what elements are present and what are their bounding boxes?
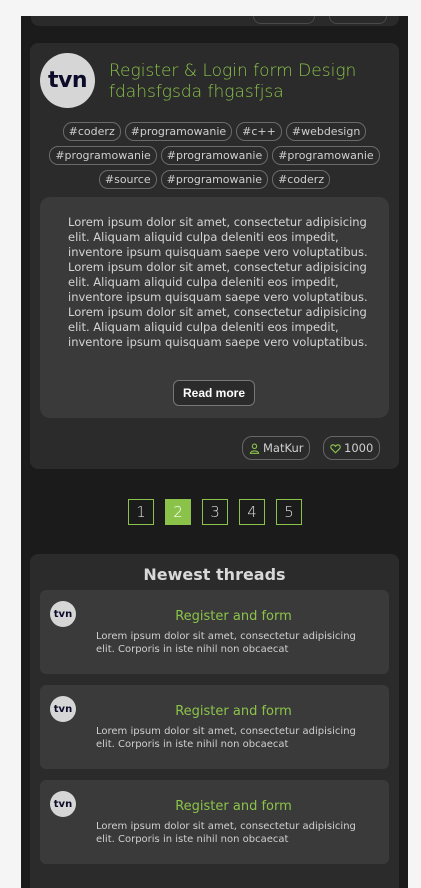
heart-icon [330,443,341,453]
thread-title[interactable]: Register and form [86,799,381,814]
page: tvn Register & Login form Design fdahsfg… [21,16,408,888]
tag[interactable]: #programowanie [160,146,269,165]
author-badge[interactable]: MatKur [242,436,311,460]
previous-author-pill[interactable] [253,16,315,24]
thread-item[interactable]: tvn Register and form Lorem ipsum dolor … [40,590,389,674]
page-button-5[interactable]: 5 [276,499,302,525]
thread-item[interactable]: tvn Register and form Lorem ipsum dolor … [40,780,389,864]
likes-count: 1000 [344,441,374,455]
post-body: Lorem ipsum dolor sit amet, consectetur … [40,197,389,418]
previous-post-card-stub [31,16,399,26]
tag[interactable]: #programowanie [160,170,269,189]
previous-likes-pill[interactable] [329,16,387,24]
page-button-4[interactable]: 4 [239,499,265,525]
thread-excerpt: Lorem ipsum dolor sit amet, consectetur … [96,821,356,845]
post-body-text: Lorem ipsum dolor sit amet, consectetur … [68,215,368,349]
page-button-2-active[interactable]: 2 [165,499,191,525]
tag[interactable]: #source [98,170,157,189]
tag[interactable]: #programowanie [124,122,233,141]
page-button-1[interactable]: 1 [128,499,154,525]
newest-threads-title: Newest threads [143,565,286,584]
avatar: tvn [50,791,76,817]
tag[interactable]: #coderz [272,170,331,189]
thread-excerpt: Lorem ipsum dolor sit amet, consectetur … [96,631,356,655]
thread-title[interactable]: Register and form [86,704,381,719]
likes-badge[interactable]: 1000 [323,436,381,460]
thread-item[interactable]: tvn Register and form Lorem ipsum dolor … [40,685,389,769]
author-name: MatKur [263,441,304,455]
tag[interactable]: #programowanie [272,146,380,165]
page-button-3[interactable]: 3 [202,499,228,525]
tag[interactable]: #coderz [62,122,121,141]
avatar[interactable]: tvn [40,53,95,108]
pagination: 1 2 3 4 5 [128,499,302,525]
tag[interactable]: #webdesign [285,122,367,141]
user-icon [249,443,260,454]
avatar: tvn [50,696,76,722]
tag[interactable]: #programowanie [49,146,157,165]
tag[interactable]: #c++ [236,122,282,141]
read-more-button[interactable]: Read more [173,380,256,406]
newest-threads-panel: Newest threads tvn Register and form Lor… [30,554,399,888]
tag-list: #coderz #programowanie #c++ #webdesign #… [36,122,393,189]
thread-title[interactable]: Register and form [86,609,381,624]
thread-excerpt: Lorem ipsum dolor sit amet, consectetur … [96,726,356,750]
avatar: tvn [50,601,76,627]
post-title[interactable]: Register & Login form Design fdahsfgsda … [109,61,389,103]
post-card: tvn Register & Login form Design fdahsfg… [30,43,399,469]
